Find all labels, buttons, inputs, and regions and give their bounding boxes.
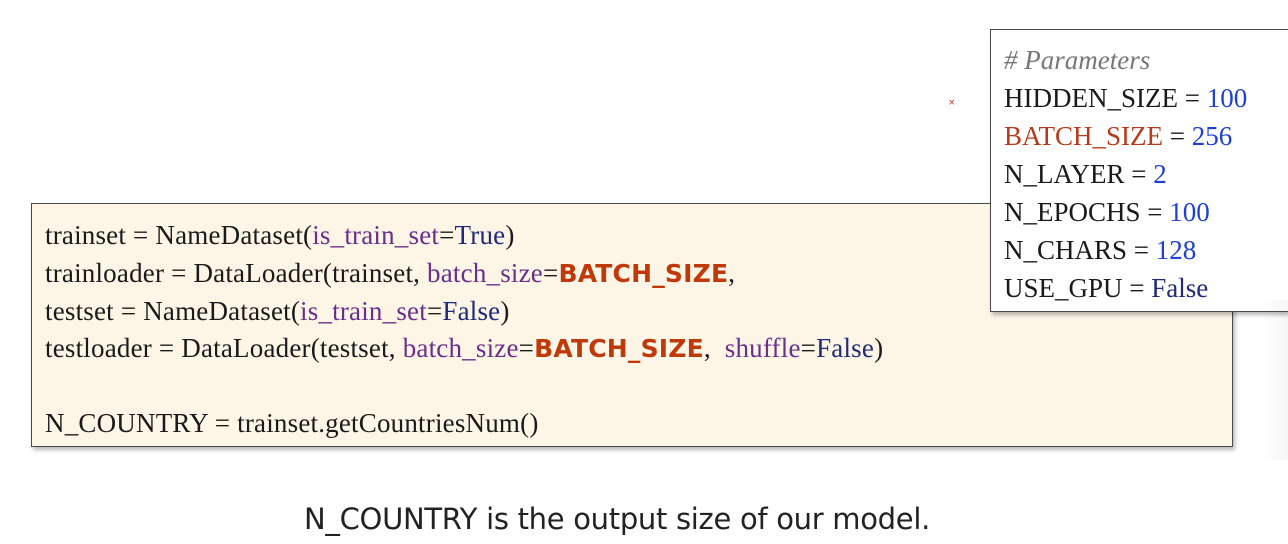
param-equals: = — [1163, 121, 1192, 151]
batch-size-constant: BATCH_SIZE — [558, 259, 729, 288]
code-line-testset: testset = NameDataset(is_train_set=False… — [45, 296, 510, 326]
equals-sign: = — [518, 333, 535, 363]
parameters-panel: # Parameters HIDDEN_SIZE = 100 BATCH_SIZ… — [990, 29, 1288, 312]
comma: , — [728, 258, 736, 288]
code-text: trainloader = DataLoader(trainset, — [45, 258, 428, 288]
separator: , — [703, 333, 725, 363]
param-name: BATCH_SIZE — [1004, 121, 1164, 151]
param-value: 256 — [1191, 121, 1233, 151]
code-line-trainset: trainset = NameDataset(is_train_set=True… — [45, 220, 515, 250]
boolean-value: False — [442, 296, 501, 326]
keyword-arg: batch_size — [427, 258, 543, 288]
param-value: 2 — [1153, 159, 1167, 189]
boolean-value: False — [816, 333, 875, 363]
code-line-trainloader: trainloader = DataLoader(trainset, batch… — [45, 258, 735, 289]
param-n-layer: N_LAYER = 2 — [1004, 159, 1167, 189]
param-value: False — [1151, 273, 1209, 303]
batch-size-constant: BATCH_SIZE — [534, 334, 704, 363]
slide-caption: N_COUNTRY is the output size of our mode… — [304, 502, 930, 536]
param-name: N_CHARS — [1004, 235, 1128, 265]
param-batch-size: BATCH_SIZE = 256 — [1004, 121, 1232, 151]
stray-mark: × — [948, 98, 956, 108]
equals-sign: = — [800, 333, 817, 363]
code-line-testloader: testloader = DataLoader(testset, batch_s… — [45, 333, 883, 364]
param-name: N_LAYER — [1004, 159, 1125, 189]
param-name: HIDDEN_SIZE — [1004, 83, 1178, 113]
code-text: trainset = NameDataset( — [45, 220, 313, 250]
param-name: N_EPOCHS — [1004, 197, 1141, 227]
param-hidden-size: HIDDEN_SIZE = 100 — [1004, 83, 1247, 113]
param-equals: = — [1124, 159, 1154, 189]
equals-sign: = — [439, 220, 455, 250]
close-paren: ) — [500, 296, 510, 326]
boolean-value: True — [454, 220, 506, 250]
param-n-chars: N_CHARS = 128 — [1004, 235, 1196, 265]
param-equals: = — [1122, 273, 1152, 303]
param-use-gpu: USE_GPU = False — [1004, 273, 1208, 303]
equals-sign: = — [543, 258, 559, 288]
keyword-arg: is_train_set — [312, 220, 440, 250]
param-name: USE_GPU — [1004, 273, 1123, 303]
param-equals: = — [1177, 83, 1207, 113]
keyword-arg: is_train_set — [300, 296, 427, 326]
param-value: 100 — [1206, 83, 1248, 113]
keyword-arg: shuffle — [724, 333, 801, 363]
param-n-epochs: N_EPOCHS = 100 — [1004, 197, 1210, 227]
param-equals: = — [1140, 197, 1170, 227]
param-value: 128 — [1155, 235, 1197, 265]
equals-sign: = — [426, 296, 443, 326]
edge-shadow — [1262, 300, 1288, 460]
keyword-arg: batch_size — [402, 333, 519, 363]
close-paren: ) — [874, 333, 884, 363]
param-value: 100 — [1169, 197, 1210, 227]
close-paren: ) — [505, 220, 515, 250]
parameters-comment: # Parameters — [1004, 45, 1151, 75]
param-equals: = — [1127, 235, 1156, 265]
code-text: testset = NameDataset( — [45, 296, 301, 326]
code-text: testloader = DataLoader(testset, — [45, 333, 403, 363]
code-line-n-country: N_COUNTRY = trainset.getCountriesNum() — [45, 408, 539, 438]
